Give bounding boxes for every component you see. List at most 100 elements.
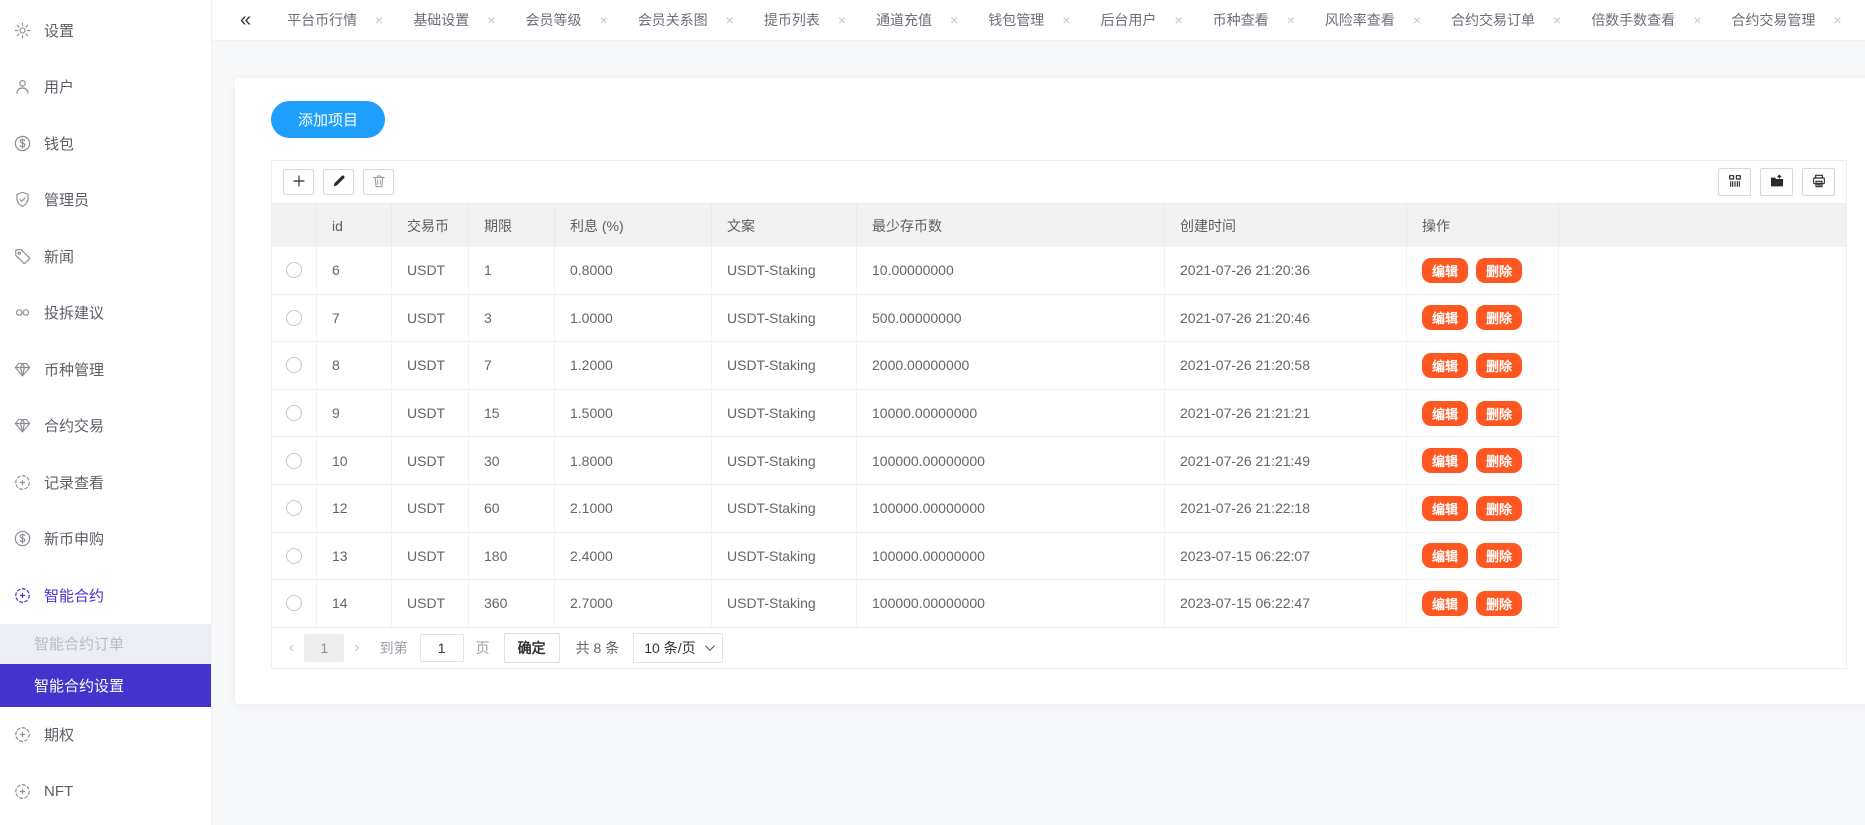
tab-close-icon[interactable]: × [1693,13,1701,27]
cell-min: 10.00000000 [857,247,1165,294]
cell-created: 2023-07-15 06:22:47 [1165,580,1407,627]
tab-close-icon[interactable]: × [487,13,495,27]
edit-button[interactable]: 编辑 [1422,448,1468,473]
delete-button[interactable]: 删除 [1476,258,1522,283]
delete-row-button[interactable] [363,169,394,195]
filter-columns-button[interactable] [1718,168,1751,196]
trash-icon [371,173,387,192]
sidebar-item-NFT[interactable]: NFT [0,763,211,820]
tab-close-icon[interactable]: × [1287,13,1295,27]
sidebar-item-记录查看[interactable]: 记录查看 [0,454,211,511]
row-radio[interactable] [286,548,302,564]
header-cell-期限: 期限 [469,204,555,247]
row-radio[interactable] [286,500,302,516]
sidebar-subitem-智能合约设置[interactable]: 智能合约设置 [0,664,211,707]
tab-close-icon[interactable]: × [726,13,734,27]
sidebar-item-投拆建议[interactable]: 投拆建议 [0,285,211,342]
confirm-page-button[interactable]: 确定 [504,633,560,663]
tab-close-icon[interactable]: × [375,13,383,27]
cell-id: 9 [317,390,392,437]
tab-钱包管理[interactable]: 钱包管理 × [988,10,1070,30]
edit-button[interactable]: 编辑 [1422,305,1468,330]
sidebar-item-智能合约[interactable]: 智能合约 [0,567,211,624]
add-item-button[interactable]: 添加项目 [271,101,385,138]
tab-close-icon[interactable]: × [1833,13,1841,27]
tab-close-icon[interactable]: × [1062,13,1070,27]
sidebar-item-新闻[interactable]: 新闻 [0,228,211,285]
tab-close-icon[interactable]: × [950,13,958,27]
delete-button[interactable]: 删除 [1476,496,1522,521]
cell-coin: USDT [392,295,469,342]
next-page-icon[interactable]: › [350,639,363,657]
sidebar-subitem-智能合约订单[interactable]: 智能合约订单 [0,624,211,664]
tab-close-icon[interactable]: × [600,13,608,27]
tab-合约交易订单[interactable]: 合约交易订单 × [1451,10,1561,30]
tab-提币列表[interactable]: 提币列表 × [764,10,846,30]
sidebar-item-钱包[interactable]: 钱包 [0,115,211,172]
edit-button[interactable]: 编辑 [1422,401,1468,426]
main-area: « 平台币行情 × 基础设置 × 会员等级 × 会员关系图 × 提币列表 × 通… [212,0,1865,825]
tab-close-icon[interactable]: × [1553,13,1561,27]
sidebar-item-管理员[interactable]: 管理员 [0,172,211,229]
dashed-circle-icon [12,585,32,605]
delete-button[interactable]: 删除 [1476,353,1522,378]
delete-button[interactable]: 删除 [1476,543,1522,568]
sidebar-item-新币申购[interactable]: 新币申购 [0,511,211,568]
cell-term: 180 [469,533,555,580]
gem-icon [12,416,32,436]
tab-基础设置[interactable]: 基础设置 × [413,10,495,30]
row-radio[interactable] [286,310,302,326]
delete-button[interactable]: 删除 [1476,401,1522,426]
tab-风险率查看[interactable]: 风险率查看 × [1325,10,1421,30]
edit-row-button[interactable] [323,169,354,195]
row-radio[interactable] [286,453,302,469]
chevron-down-icon [705,641,715,651]
sidebar-item-设置[interactable]: 设置 [0,2,211,59]
delete-button[interactable]: 删除 [1476,448,1522,473]
page-size-select[interactable]: 10 条/页 [633,633,722,663]
tab-close-icon[interactable]: × [1413,13,1421,27]
row-radio[interactable] [286,405,302,421]
sidebar-item-期权[interactable]: 期权 [0,707,211,764]
cell-text: USDT-Staking [712,247,857,294]
sidebar-item-币种管理[interactable]: 币种管理 [0,341,211,398]
add-row-button[interactable] [283,169,314,195]
row-select-cell [272,342,317,389]
goto-page-input[interactable] [420,634,464,662]
tabs-scroll-left-icon[interactable]: « [240,10,251,30]
tab-会员等级[interactable]: 会员等级 × [526,10,608,30]
tab-币种查看[interactable]: 币种查看 × [1213,10,1295,30]
tab-会员关系图[interactable]: 会员关系图 × [638,10,734,30]
edit-button[interactable]: 编辑 [1422,353,1468,378]
delete-button[interactable]: 删除 [1476,591,1522,616]
export-button[interactable] [1760,168,1793,196]
cell-id: 10 [317,437,392,484]
current-page[interactable]: 1 [304,634,344,662]
sidebar-item-用户[interactable]: 用户 [0,59,211,116]
cell-actions: 编辑删除 [1407,485,1559,532]
row-radio[interactable] [286,262,302,278]
edit-button[interactable]: 编辑 [1422,591,1468,616]
sidebar-item-合约交易[interactable]: 合约交易 [0,398,211,455]
delete-button[interactable]: 删除 [1476,305,1522,330]
tab-平台币行情[interactable]: 平台币行情 × [287,10,383,30]
cell-term: 7 [469,342,555,389]
row-radio[interactable] [286,595,302,611]
table-row: 9USDT151.5000USDT-Staking10000.000000002… [272,390,1559,438]
page-content: 添加项目 id交易币期限利息 (%)文案最少存币数创建时间操作 6U [212,41,1865,825]
print-button[interactable] [1802,168,1835,196]
tab-倍数手数查看[interactable]: 倍数手数查看 × [1591,10,1701,30]
cell-text: USDT-Staking [712,390,857,437]
tab-合约交易管理[interactable]: 合约交易管理 × [1731,10,1841,30]
edit-button[interactable]: 编辑 [1422,258,1468,283]
cell-rate: 0.8000 [555,247,712,294]
tab-close-icon[interactable]: × [838,13,846,27]
header-cell-操作: 操作 [1407,204,1559,247]
prev-page-icon[interactable]: ‹ [285,639,298,657]
tab-通道充值[interactable]: 通道充值 × [876,10,958,30]
row-radio[interactable] [286,357,302,373]
tab-close-icon[interactable]: × [1174,13,1182,27]
tab-后台用户[interactable]: 后台用户 × [1100,10,1182,30]
edit-button[interactable]: 编辑 [1422,543,1468,568]
edit-button[interactable]: 编辑 [1422,496,1468,521]
